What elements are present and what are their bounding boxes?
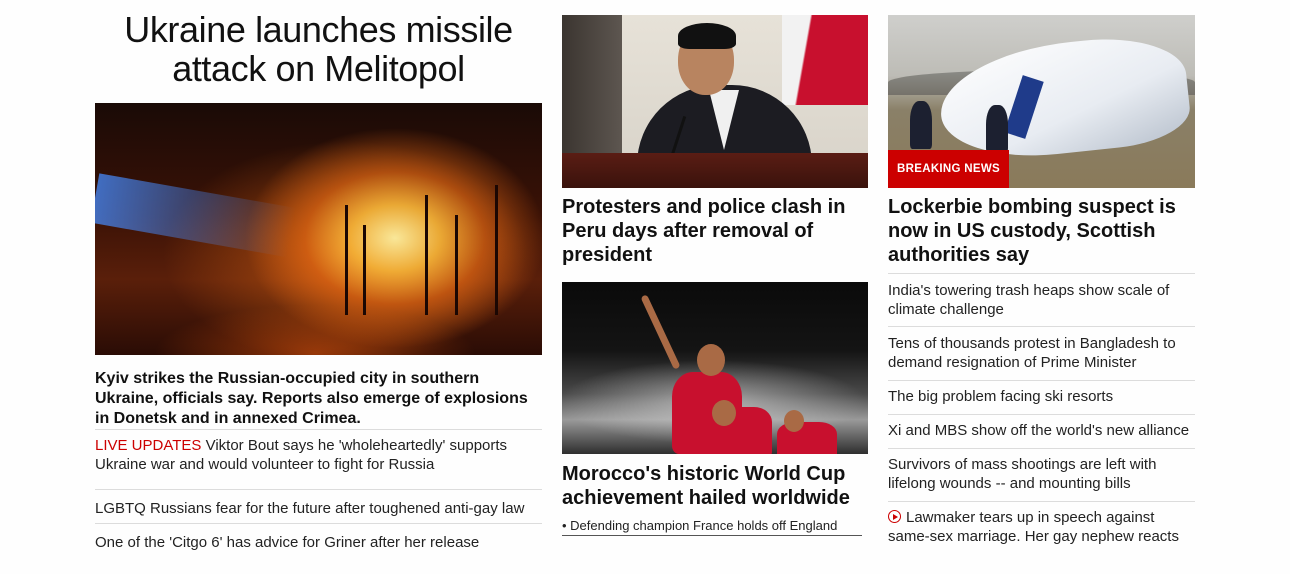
story-link[interactable]: Xi and MBS show off the world's new alli… bbox=[888, 421, 1195, 440]
top-story-headline[interactable]: Ukraine launches missile attack on Melit… bbox=[95, 10, 542, 88]
plane-nose-shape bbox=[934, 30, 1194, 166]
peru-flag-shape bbox=[782, 15, 868, 105]
tree-silhouette bbox=[455, 215, 458, 315]
divider bbox=[888, 380, 1195, 381]
person-silhouette bbox=[986, 105, 1008, 153]
related-story-link[interactable]: LGBTQ Russians fear for the future after… bbox=[95, 499, 542, 518]
related-story-link[interactable]: LIVE UPDATES Viktor Bout says he 'wholeh… bbox=[95, 436, 542, 474]
divider bbox=[888, 273, 1195, 274]
divider bbox=[888, 326, 1195, 327]
lockerbie-headline[interactable]: Lockerbie bombing suspect is now in US c… bbox=[888, 195, 1195, 267]
story-link[interactable]: Survivors of mass shootings are left wit… bbox=[888, 455, 1195, 493]
divider bbox=[95, 489, 542, 490]
france-england-link[interactable]: • Defending champion France holds off En… bbox=[562, 518, 862, 536]
related-story-link[interactable]: One of the 'Citgo 6' has advice for Grin… bbox=[95, 533, 542, 552]
divider bbox=[95, 429, 542, 430]
light-beam-shape bbox=[95, 173, 297, 258]
morocco-headline[interactable]: Morocco's historic World Cup achievement… bbox=[562, 462, 868, 510]
video-story-text: Lawmaker tears up in speech against same… bbox=[888, 509, 1179, 545]
story-link[interactable]: The big problem facing ski resorts bbox=[888, 387, 1195, 406]
peru-headline[interactable]: Protesters and police clash in Peru days… bbox=[562, 195, 868, 267]
lockerbie-wreckage-image[interactable]: BREAKING NEWS bbox=[888, 15, 1195, 188]
person-silhouette bbox=[910, 101, 932, 149]
story-link[interactable]: India's towering trash heaps show scale … bbox=[888, 281, 1195, 319]
breaking-news-badge: BREAKING NEWS bbox=[888, 150, 1009, 188]
top-story-summary[interactable]: Kyiv strikes the Russian-occupied city i… bbox=[95, 369, 542, 429]
divider bbox=[888, 414, 1195, 415]
divider bbox=[95, 523, 542, 524]
tree-silhouette bbox=[425, 195, 428, 315]
live-updates-tag: LIVE UPDATES bbox=[95, 437, 202, 454]
raised-arm-shape bbox=[640, 294, 681, 370]
peru-president-image[interactable] bbox=[562, 15, 868, 188]
hair-shape bbox=[678, 23, 736, 49]
video-story-link[interactable]: Lawmaker tears up in speech against same… bbox=[888, 508, 1195, 546]
top-story-column: Ukraine launches missile attack on Melit… bbox=[95, 10, 542, 551]
desk-shape bbox=[562, 153, 868, 188]
player-head-shape bbox=[784, 410, 804, 432]
tree-silhouette bbox=[345, 205, 348, 315]
story-link[interactable]: Tens of thousands protest in Bangladesh … bbox=[888, 334, 1195, 372]
tree-silhouette bbox=[363, 225, 366, 315]
divider bbox=[888, 448, 1195, 449]
player-head-shape bbox=[712, 400, 736, 426]
divider bbox=[888, 501, 1195, 502]
player-head-shape bbox=[697, 344, 725, 376]
morocco-world-cup-image[interactable] bbox=[562, 282, 868, 454]
tree-silhouette bbox=[495, 185, 498, 315]
missile-attack-fire-image[interactable] bbox=[95, 103, 542, 355]
play-video-icon bbox=[888, 510, 901, 523]
